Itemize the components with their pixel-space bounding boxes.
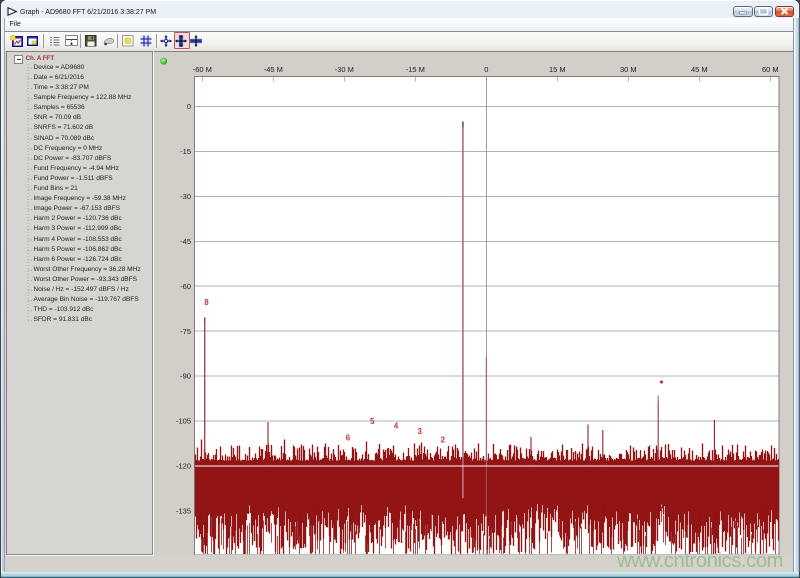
svg-text:0: 0	[187, 102, 191, 111]
svg-text:45 M: 45 M	[691, 65, 708, 74]
svg-text:4: 4	[394, 422, 399, 431]
svg-text:-105: -105	[176, 417, 191, 426]
svg-text:-60: -60	[180, 282, 191, 291]
svg-text:-30: -30	[180, 192, 191, 201]
svg-text:3: 3	[417, 427, 422, 436]
svg-text:-15 M: -15 M	[406, 65, 425, 74]
svg-text:2: 2	[441, 436, 446, 445]
svg-text:-45: -45	[180, 237, 191, 246]
svg-text:-30 M: -30 M	[335, 65, 354, 74]
svg-text:-75: -75	[180, 327, 191, 336]
svg-text:8: 8	[204, 298, 209, 307]
svg-text:-15: -15	[180, 147, 191, 156]
svg-text:5: 5	[370, 417, 375, 426]
svg-text:0: 0	[484, 65, 488, 74]
svg-text:30 M: 30 M	[620, 65, 637, 74]
svg-text:15 M: 15 M	[549, 65, 566, 74]
svg-text:-135: -135	[176, 507, 191, 516]
svg-text:-90: -90	[180, 372, 191, 381]
svg-text:60 M: 60 M	[762, 65, 779, 74]
svg-text:-45 M: -45 M	[264, 65, 283, 74]
svg-text:-60 M: -60 M	[193, 65, 212, 74]
svg-text:-120: -120	[176, 462, 191, 471]
svg-text:6: 6	[346, 434, 351, 443]
